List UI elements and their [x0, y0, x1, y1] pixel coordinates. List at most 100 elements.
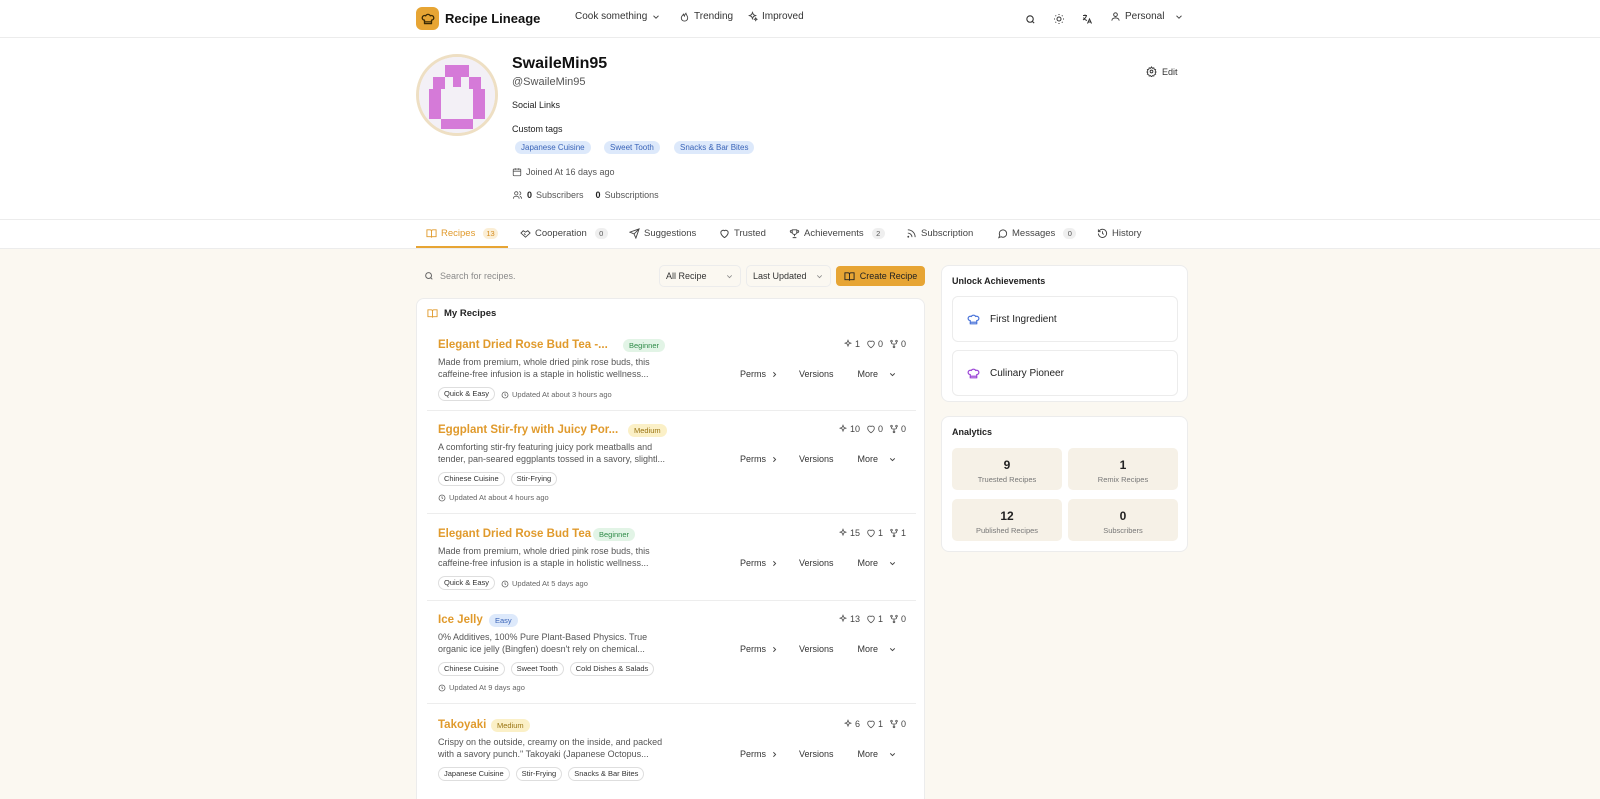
chevron-down-icon — [889, 752, 896, 756]
recipe-tag[interactable]: Snacks & Bar Bites — [568, 767, 645, 781]
tab-label: Recipes — [441, 228, 476, 239]
recipe-title-link[interactable]: Takoyaki — [438, 719, 486, 731]
stat-label: Truested Recipes — [977, 475, 1037, 484]
perms-button[interactable]: Perms — [740, 369, 779, 379]
achievement-item[interactable]: First Ingredient — [952, 296, 1178, 342]
recipe-search-input[interactable]: Search for recipes. — [416, 265, 646, 287]
recipe-tag[interactable]: Quick & Easy — [438, 387, 496, 401]
recipe-row[interactable]: Elegant Dried Rose Bud Tea -... Beginner… — [427, 339, 916, 411]
versions-button[interactable]: Versions — [799, 369, 834, 379]
difficulty-badge: Medium — [628, 424, 667, 437]
perms-button[interactable]: Perms — [740, 644, 779, 654]
create-recipe-button[interactable]: Create Recipe — [836, 266, 925, 286]
social-links-label[interactable]: Social Links — [512, 100, 560, 110]
sparkles-icon — [748, 11, 758, 22]
tab-achievements[interactable]: Achievements 2 — [789, 228, 885, 239]
clock-icon — [438, 494, 446, 501]
tab-subscription[interactable]: Subscription — [906, 228, 973, 239]
perms-button[interactable]: Perms — [740, 749, 779, 759]
recipe-stats: 13 1 0 — [838, 614, 906, 624]
recipe-tag[interactable]: Cold Dishes & Salads — [569, 662, 655, 676]
profile-tag[interactable]: Snacks & Bar Bites — [674, 141, 755, 154]
edit-profile-button[interactable]: Edit — [1146, 66, 1178, 77]
recipe-row[interactable]: Takoyaki Medium 6 1 0 Crispy on the outs… — [427, 719, 916, 799]
more-label: More — [857, 369, 879, 379]
likes-stat[interactable]: 1 — [866, 614, 883, 624]
versions-button[interactable]: Versions — [799, 558, 834, 568]
forks-count: 0 — [900, 339, 906, 349]
chef-hat-logo-icon[interactable] — [416, 7, 439, 30]
perms-button[interactable]: Perms — [740, 454, 779, 464]
more-menu-button[interactable]: More — [858, 369, 898, 379]
recipe-tag[interactable]: Chinese Cuisine — [438, 472, 505, 486]
recipe-row[interactable]: Ice Jelly Easy 13 1 0 0% Additives, 100%… — [427, 614, 916, 704]
achievement-item[interactable]: Culinary Pioneer — [952, 350, 1178, 396]
tab-messages[interactable]: Messages 0 — [997, 228, 1077, 239]
heart-icon — [867, 340, 875, 349]
recipe-filter-select[interactable]: All Recipe — [659, 265, 741, 287]
recipe-row[interactable]: Eggplant Stir-fry with Juicy Por... Medi… — [427, 424, 916, 514]
recipe-sort-select[interactable]: Last Updated — [746, 265, 831, 287]
nav-trending[interactable]: Trending — [679, 11, 733, 22]
chevron-down-icon — [889, 457, 896, 461]
nav-improved[interactable]: Improved — [747, 11, 804, 22]
tab-trusted[interactable]: Trusted — [719, 228, 766, 239]
likes-stat[interactable]: 0 — [866, 339, 883, 349]
brand-name[interactable]: Recipe Lineage — [445, 11, 540, 26]
joined-info: Joined At 16 days ago — [512, 167, 615, 177]
heart-icon — [867, 720, 875, 729]
analytics-stat: 1 Remix Recipes — [1068, 448, 1178, 490]
account-menu[interactable]: Personal — [1110, 11, 1184, 22]
recipe-title-link[interactable]: Elegant Dried Rose Bud Tea — [438, 528, 591, 540]
message-icon — [998, 229, 1008, 239]
nav-cook-something-label: Cook something — [575, 11, 648, 22]
analytics-stat: 0 Subscribers — [1068, 499, 1178, 541]
chevron-down-icon — [889, 647, 896, 651]
likes-stat[interactable]: 1 — [866, 528, 883, 538]
versions-label: Versions — [799, 749, 834, 759]
recipe-tag[interactable]: Quick & Easy — [438, 576, 496, 590]
more-menu-button[interactable]: More — [858, 749, 898, 759]
users-icon — [512, 191, 523, 199]
translate-icon[interactable] — [1078, 10, 1096, 28]
recipe-title-link[interactable]: Eggplant Stir-fry with Juicy Por... — [438, 424, 618, 436]
likes-stat[interactable]: 0 — [866, 424, 883, 434]
stat-value: 12 — [1000, 509, 1014, 523]
subscriptions-label[interactable]: Subscriptions — [605, 190, 659, 200]
improvements-stat: 15 — [838, 528, 860, 538]
more-menu-button[interactable]: More — [858, 558, 898, 568]
tab-cooperation[interactable]: Cooperation 0 — [520, 228, 608, 239]
recipe-tag[interactable]: Stir-Frying — [510, 472, 558, 486]
profile-tag[interactable]: Sweet Tooth — [604, 141, 660, 154]
recipe-tag[interactable]: Japanese Cuisine — [438, 767, 510, 781]
recipe-row[interactable]: Elegant Dried Rose Bud Tea Beginner 15 1… — [427, 528, 916, 601]
forks-stat: 0 — [889, 339, 906, 349]
perms-button[interactable]: Perms — [740, 558, 779, 568]
analytics-card: Analytics 9 Truested Recipes 1 Remix Rec… — [941, 416, 1188, 552]
recipe-title-link[interactable]: Elegant Dried Rose Bud Tea -... — [438, 339, 608, 351]
sun-theme-icon[interactable] — [1050, 10, 1068, 28]
subscribers-label[interactable]: Subscribers — [536, 190, 584, 200]
recipe-tag[interactable]: Chinese Cuisine — [438, 662, 505, 676]
search-icon[interactable] — [1021, 10, 1039, 28]
recipe-title-link[interactable]: Ice Jelly — [438, 614, 483, 626]
more-menu-button[interactable]: More — [858, 644, 898, 654]
profile-tag[interactable]: Japanese Cuisine — [515, 141, 591, 154]
forks-stat: 0 — [889, 719, 906, 729]
perms-label: Perms — [740, 369, 767, 379]
versions-button[interactable]: Versions — [799, 644, 834, 654]
joined-text: Joined At 16 days ago — [526, 167, 615, 177]
gear-icon — [1146, 66, 1157, 77]
tab-history[interactable]: History — [1097, 228, 1142, 239]
recipe-tag[interactable]: Stir-Frying — [515, 767, 563, 781]
nav-cook-something[interactable]: Cook something — [575, 11, 661, 22]
tab-suggestions[interactable]: Suggestions — [629, 228, 696, 239]
versions-button[interactable]: Versions — [799, 454, 834, 464]
tab-recipes[interactable]: Recipes 13 — [426, 228, 498, 239]
recipe-tag[interactable]: Sweet Tooth — [510, 662, 564, 676]
more-menu-button[interactable]: More — [858, 454, 898, 464]
versions-button[interactable]: Versions — [799, 749, 834, 759]
likes-stat[interactable]: 1 — [866, 719, 883, 729]
perms-label: Perms — [740, 749, 767, 759]
sparkles-icon — [838, 528, 847, 537]
